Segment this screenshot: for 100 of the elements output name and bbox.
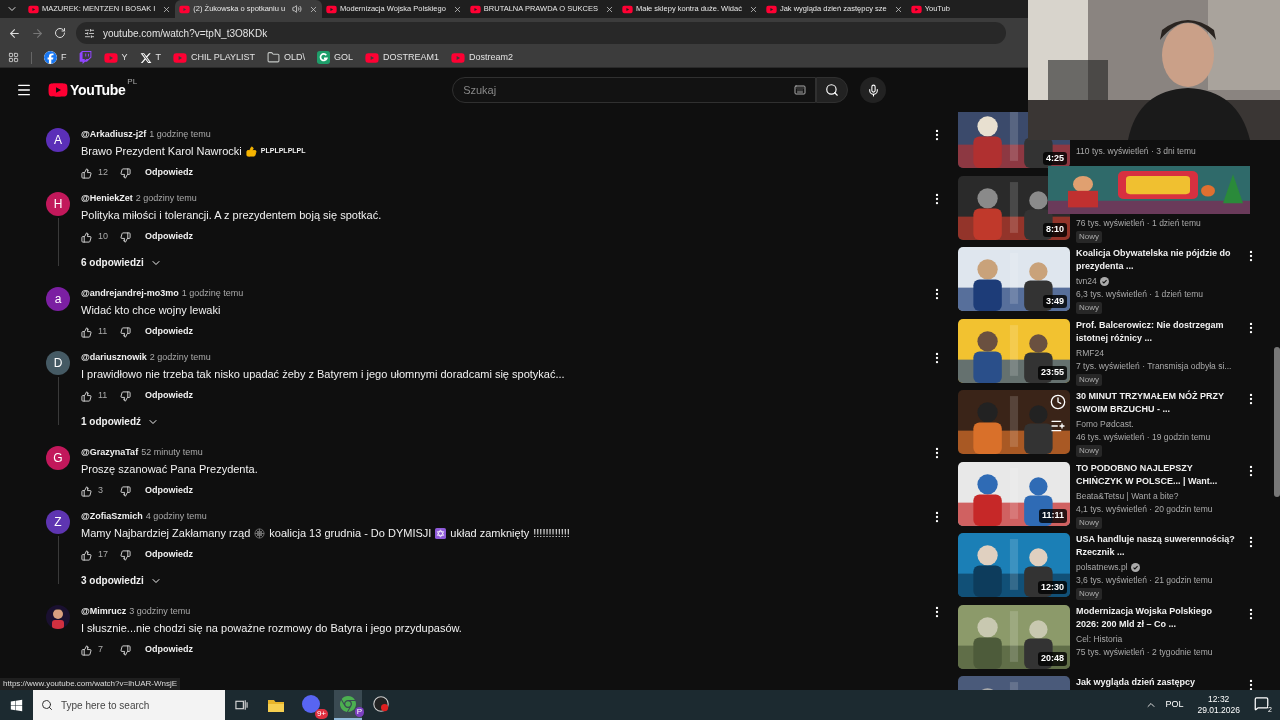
mic-icon — [866, 83, 880, 97]
channel-name[interactable]: tvn24 — [1076, 275, 1097, 288]
dislike-icon[interactable] — [120, 549, 131, 561]
bookmark[interactable]: DOSTREAM1 — [365, 50, 440, 65]
channel-name[interactable]: Beata&Tetsu | Want a bite? — [1076, 489, 1179, 503]
comment-time[interactable]: 1 godzinę temu — [181, 287, 244, 301]
comment-author[interactable]: @Mimrucz — [81, 605, 127, 619]
comment-time[interactable]: 52 minuty temu — [141, 446, 203, 460]
channel-name[interactable]: Fomo Pødcast. — [1076, 418, 1134, 431]
bookmark[interactable]: Dostream2 — [451, 50, 514, 65]
dislike-icon[interactable] — [120, 167, 131, 179]
search-button[interactable] — [816, 77, 849, 103]
comment-text: I prawidłowo nie trzeba tak nisko upadać żeby z Batyrem i jego ułomnymi doradcami się spotykać... — [81, 367, 565, 383]
replies-toggle[interactable]: 1 odpowiedź — [81, 414, 159, 429]
bookmark[interactable]: GOL — [317, 50, 354, 65]
close-icon[interactable] — [605, 4, 615, 14]
comment-time[interactable]: 3 godziny temu — [129, 605, 191, 619]
channel-name[interactable]: Cel: Historia — [1076, 632, 1123, 646]
dislike-icon[interactable] — [120, 326, 131, 338]
language-indicator[interactable]: POL — [1165, 698, 1184, 712]
search-field[interactable]: Szukaj — [452, 77, 817, 103]
add-to-queue-icon[interactable] — [1050, 418, 1066, 434]
taskbar-search-field[interactable]: Type here to search — [33, 690, 225, 720]
apps-icon[interactable] — [8, 52, 19, 63]
channel-name[interactable]: polsatnews.pl — [1076, 561, 1128, 574]
like-icon[interactable] — [81, 644, 92, 656]
new-badge: Nowy — [1076, 302, 1102, 314]
reply-button[interactable]: Odpowiedz — [145, 643, 193, 657]
comment-text: Polityka miłości i tolerancji. A z prezydentem boją się spotkać. — [81, 208, 382, 224]
replies-toggle[interactable]: 6 odpowiedzi — [81, 255, 162, 270]
reply-button[interactable]: Odpowiedz — [145, 484, 193, 498]
chrome-icon[interactable] — [340, 696, 356, 712]
reply-button[interactable]: Odpowiedz — [145, 166, 193, 180]
like-icon[interactable] — [81, 167, 92, 179]
comment-time[interactable]: 4 godziny temu — [145, 510, 207, 524]
like-icon[interactable] — [81, 485, 92, 497]
forward-icon[interactable] — [31, 26, 44, 40]
keyboard-icon[interactable] — [794, 84, 807, 96]
video-title[interactable]: TO PODOBNO NAJLEPSZY CHIŃCZYK W POLSCE... | Want... — [1076, 461, 1236, 488]
reply-button[interactable]: Odpowiedz — [145, 230, 193, 244]
reply-button[interactable]: Odpowiedz — [145, 389, 193, 403]
comment-author[interactable]: @GrazynaTaf — [81, 446, 139, 460]
bookmark[interactable]: Y — [103, 50, 128, 65]
reload-icon[interactable] — [54, 27, 66, 39]
close-icon[interactable] — [452, 4, 462, 14]
chat-app-icon[interactable] — [302, 695, 320, 713]
comment-author[interactable]: @HeniekZet — [81, 192, 133, 206]
menu-icon[interactable] — [16, 82, 32, 98]
bookmark[interactable]: OLD\ — [267, 50, 306, 65]
task-view-icon[interactable] — [235, 699, 248, 711]
back-icon[interactable] — [8, 26, 21, 40]
close-icon[interactable] — [748, 4, 758, 14]
comment-text: koalicja 13 grudnia - Do DYMISJI — [269, 526, 432, 542]
comment-author[interactable]: @dariusznowik — [81, 351, 147, 365]
close-icon[interactable] — [893, 4, 903, 14]
file-explorer-icon[interactable] — [268, 698, 284, 712]
close-icon[interactable] — [162, 4, 172, 14]
status-url: https://www.youtube.com/watch?v=lhUAR-WnsjE — [0, 678, 181, 690]
comment-time[interactable]: 2 godziny temu — [149, 351, 211, 365]
reply-button[interactable]: Odpowiedz — [145, 548, 193, 562]
close-icon[interactable] — [309, 4, 319, 14]
like-icon[interactable] — [81, 231, 92, 243]
dislike-icon[interactable] — [120, 485, 131, 497]
video-meta: 7 tys. wyświetleń · Transmisja odbyła si... — [1076, 359, 1233, 373]
dislike-icon[interactable] — [120, 231, 131, 243]
video-title[interactable]: Modernizacja Wojska Polskiego 2026: 200 Mld zł – Co ... — [1076, 604, 1236, 631]
dislike-icon[interactable] — [120, 644, 131, 656]
scrollbar-thumb[interactable] — [1274, 347, 1280, 497]
mic-button[interactable] — [860, 77, 887, 103]
channel-name[interactable]: RMF24 — [1076, 346, 1104, 360]
like-icon[interactable] — [81, 326, 92, 338]
youtube-icon — [103, 50, 118, 65]
like-icon[interactable] — [81, 549, 92, 561]
clock[interactable]: 12:32 29.01.2026 — [1197, 694, 1240, 716]
windows-start-icon[interactable] — [10, 698, 23, 712]
youtube-icon — [622, 3, 634, 15]
duration-badge: 11:11 — [1038, 509, 1067, 523]
recorder-icon[interactable] — [372, 695, 390, 713]
video-title[interactable]: Jak wygląda dzień zastępcy — [1076, 676, 1236, 689]
video-title[interactable]: Prof. Balcerowicz: Nie dostrzegam istotnej różnicy ... — [1076, 318, 1236, 345]
folder-icon — [267, 51, 281, 64]
address-field[interactable]: youtube.com/watch?v=tpN_t3O8KDk — [76, 22, 1006, 44]
reply-button[interactable]: Odpowiedz — [145, 325, 193, 339]
replies-toggle[interactable]: 3 odpowiedzi — [81, 573, 162, 588]
bookmark[interactable]: CHIL PLAYLIST — [173, 50, 256, 65]
video-title[interactable]: Koalicja Obywatelska nie pójdzie do prezydenta ... — [1076, 247, 1236, 273]
dislike-icon[interactable] — [120, 390, 131, 402]
like-icon[interactable] — [81, 390, 92, 402]
video-title[interactable]: USA handluje naszą suwerennością? Rzecznik ... — [1076, 533, 1236, 559]
bookmark[interactable]: T — [139, 50, 161, 65]
watch-later-icon[interactable] — [1050, 394, 1066, 410]
notifications-icon[interactable] — [1254, 696, 1269, 711]
video-meta: 4,1 tys. wyświetleń · 20 godzin temu — [1076, 502, 1214, 516]
comment-author[interactable]: @Arkadiusz-j2f — [81, 128, 147, 142]
comment-time[interactable]: 2 godziny temu — [135, 192, 197, 206]
bookmark[interactable]: F — [44, 50, 67, 65]
comment-time[interactable]: 1 godzinę temu — [149, 128, 211, 142]
video-title[interactable]: 30 MINUT TRZYMAŁEM NÓŻ PRZY SWOIM BRZUCHU - ... — [1076, 390, 1236, 416]
comment-author[interactable]: @ZofiaSzmich — [81, 510, 143, 524]
comment-author[interactable]: @andrejandrej-mo3mo — [81, 287, 179, 301]
